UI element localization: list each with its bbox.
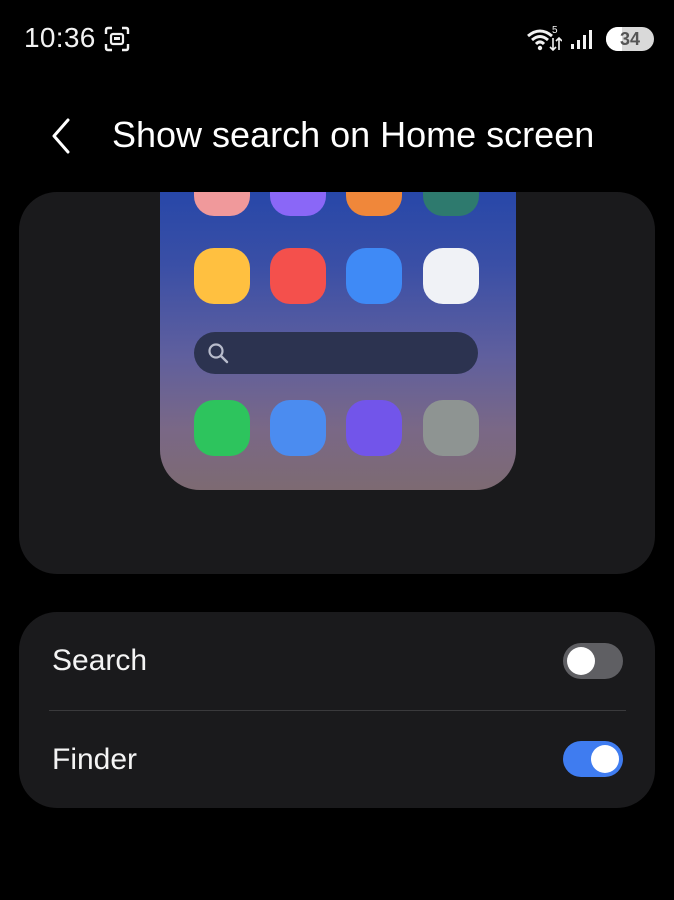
app-icon xyxy=(194,192,250,216)
wifi-icon: 5 xyxy=(527,25,562,52)
app-icon xyxy=(346,248,402,304)
search-options-card: Search Finder xyxy=(19,612,655,808)
option-label-search: Search xyxy=(52,644,148,677)
status-bar: 10:36 5 34 xyxy=(0,0,674,80)
battery-label: 34 xyxy=(619,29,641,49)
wifi-badge: 5 xyxy=(552,25,558,36)
signal-icon xyxy=(571,30,592,49)
option-label-finder: Finder xyxy=(52,743,138,776)
chevron-left-icon xyxy=(52,118,70,154)
app-icon xyxy=(270,192,326,216)
app-icon xyxy=(346,400,402,456)
option-row-finder[interactable]: Finder xyxy=(19,711,655,809)
phone-preview xyxy=(160,192,516,490)
app-icon xyxy=(423,192,479,216)
app-icon xyxy=(270,248,326,304)
search-toggle[interactable] xyxy=(563,643,623,679)
preview-search-bar xyxy=(194,332,478,374)
app-icon xyxy=(194,248,250,304)
home-screen-preview xyxy=(19,192,655,574)
search-icon xyxy=(208,343,229,364)
battery-icon: 34 xyxy=(606,27,654,51)
app-icon xyxy=(423,248,479,304)
back-button[interactable] xyxy=(46,114,86,158)
app-icon xyxy=(346,192,402,216)
status-time: 10:36 xyxy=(24,22,96,53)
app-icon xyxy=(194,400,250,456)
toggle-knob xyxy=(567,647,595,675)
toggle-knob xyxy=(591,745,619,773)
page-title: Show search on Home screen xyxy=(112,114,595,155)
app-icon xyxy=(423,400,479,456)
screen-capture-icon xyxy=(104,26,130,52)
option-row-search[interactable]: Search xyxy=(19,612,655,710)
app-icon xyxy=(270,400,326,456)
finder-toggle[interactable] xyxy=(563,741,623,777)
